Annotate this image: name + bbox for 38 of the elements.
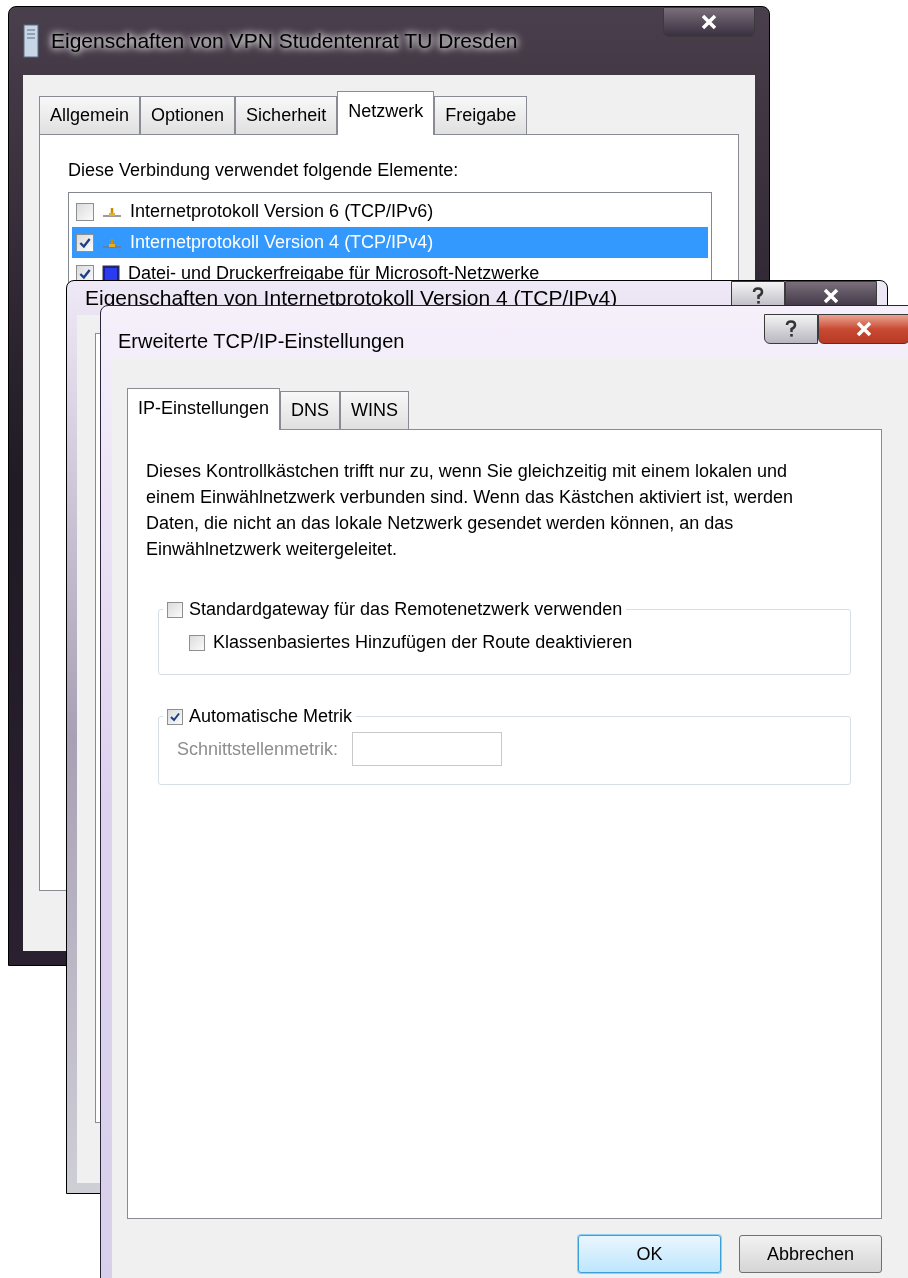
dialog-button[interactable]: Abbrechen (739, 1235, 882, 1273)
tab[interactable]: Netzwerk (337, 91, 435, 135)
computer-icon (23, 24, 39, 58)
description-text: Dieses Kontrollkästchen trifft nur zu, wenn Sie gleichzeitig mit einem lokalen und einem Einwählnetzwerk verbunden sind. Wenn das Kästchen aktiviert ist, werden Daten, die nicht an das lokale Netzwerk gesendet werden können, an das Einwählnetzwerk weitergeleitet. (146, 460, 794, 561)
field-label: Schnittstellenmetrik: (177, 737, 339, 761)
tab[interactable]: IP-Einstellungen (127, 388, 281, 430)
checkbox-option[interactable]: Automatische Metrik (167, 703, 353, 730)
close-button[interactable] (818, 314, 908, 344)
close-button[interactable] (663, 7, 755, 37)
network-protocol-icon (102, 205, 122, 218)
tab[interactable]: Sicherheit (235, 96, 338, 134)
close-icon (855, 321, 873, 337)
tab[interactable]: Allgemein (39, 96, 141, 134)
tab[interactable]: Freigabe (434, 96, 528, 134)
tab[interactable]: DNS (280, 391, 341, 429)
checkmark-icon (169, 710, 181, 723)
monitor-icon (102, 264, 120, 283)
window-title: Eigenschaften von Internetprotokoll Version 4 (TCP/IPv4) (84, 285, 618, 311)
close-icon (700, 14, 718, 30)
window-title: Erweiterte TCP/IP-Einstellungen (117, 329, 405, 354)
tab[interactable]: WINS (340, 391, 410, 429)
close-icon (822, 288, 840, 304)
tab[interactable]: Optionen (140, 96, 236, 134)
checkbox-option[interactable]: Standardgateway für das Remotenetzwerk verwenden (167, 596, 623, 623)
checkbox[interactable] (167, 601, 183, 618)
help-icon (752, 287, 764, 305)
window-title: Eigenschaften von VPN Studentenrat TU Dresden (51, 28, 518, 55)
network-protocol-icon (102, 236, 122, 249)
checkbox-option[interactable]: Klassenbasiertes Hinzufügen der Route deaktivieren (173, 629, 836, 656)
checkbox[interactable] (76, 202, 94, 221)
list-item[interactable]: Internetprotokoll Version 6 (TCP/IPv6) (72, 196, 708, 227)
checkbox[interactable] (167, 708, 183, 725)
help-button[interactable] (764, 314, 818, 344)
dialog-button[interactable]: OK (578, 1235, 721, 1273)
help-icon (785, 320, 797, 338)
list-label: Diese Verbindung verwendet folgende Elemente: (68, 159, 460, 182)
checkbox[interactable] (189, 634, 205, 651)
checkbox[interactable] (76, 233, 94, 252)
